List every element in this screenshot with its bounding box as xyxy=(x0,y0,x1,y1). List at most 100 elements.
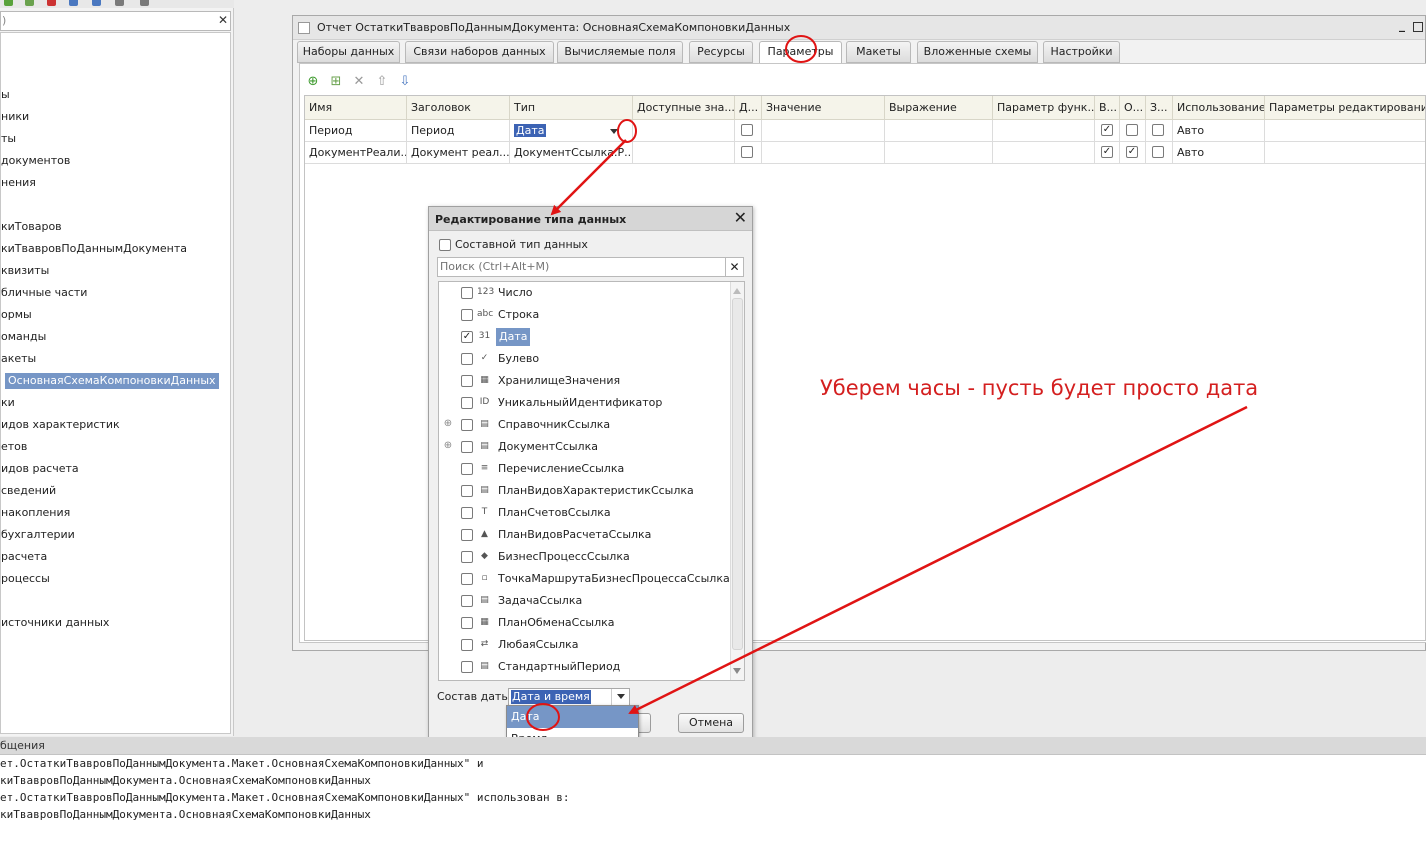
clear-search-icon[interactable]: ✕ xyxy=(725,258,743,276)
tree-item[interactable]: киТоваров xyxy=(1,219,62,235)
type-checkbox[interactable] xyxy=(461,551,473,563)
column-header[interactable]: Имя xyxy=(305,96,407,120)
column-header[interactable]: Выражение xyxy=(885,96,993,120)
grid-cell[interactable]: Период xyxy=(305,120,407,142)
grid-cell[interactable]: ДокументСсылка.Р... xyxy=(510,142,633,164)
tree-item[interactable]: бличные части xyxy=(1,285,87,301)
tree-item[interactable]: ники xyxy=(1,109,29,125)
tree-item[interactable]: акеты xyxy=(1,351,36,367)
tree-item[interactable]: накопления xyxy=(1,505,70,521)
table-row[interactable]: ДокументРеали... Документ реал... Документ… xyxy=(305,142,1425,164)
column-header[interactable]: Тип xyxy=(510,96,633,120)
clear-search-icon[interactable]: ✕ xyxy=(218,13,228,27)
grid-cell[interactable] xyxy=(993,120,1095,142)
tree-search-input[interactable]: ) ✕ xyxy=(0,11,231,31)
tree-item[interactable]: ки xyxy=(1,395,15,411)
grid-checkbox[interactable] xyxy=(741,146,753,158)
grid-checkbox[interactable] xyxy=(1152,146,1164,158)
column-header[interactable]: Использование xyxy=(1173,96,1265,120)
grid-cell[interactable] xyxy=(735,120,762,142)
expand-icon[interactable]: ⊕ xyxy=(443,441,453,451)
column-header[interactable]: З... xyxy=(1146,96,1173,120)
move-down-icon[interactable]: ⇩ xyxy=(397,74,413,90)
type-list-item[interactable]: ▲ ПланВидовРасчетаСсылка xyxy=(439,524,729,546)
move-down-icon[interactable] xyxy=(92,0,101,6)
column-header[interactable]: Параметры редактирования xyxy=(1265,96,1425,120)
scroll-up-icon[interactable] xyxy=(733,288,741,294)
column-header[interactable]: В... xyxy=(1095,96,1120,120)
type-list-item[interactable]: ⊕ ▤ ДокументСсылка xyxy=(439,436,729,458)
column-header[interactable]: Доступные зна... xyxy=(633,96,735,120)
type-checkbox[interactable] xyxy=(461,309,473,321)
dropdown-button[interactable] xyxy=(611,689,629,705)
type-list-item[interactable]: ▫ ТочкаМаршрутаБизнесПроцессаСсылка xyxy=(439,568,730,590)
type-search-field[interactable]: ✕ xyxy=(437,257,744,277)
grid-checkbox[interactable] xyxy=(1152,124,1164,136)
type-list-item[interactable]: ▤ ПланВидовХарактеристикСсылка xyxy=(439,480,729,502)
tree-item[interactable]: квизиты xyxy=(1,263,49,279)
grid-checkbox[interactable]: ✓ xyxy=(1101,124,1113,136)
type-list-item[interactable]: ID УникальныйИдентификатор xyxy=(439,392,729,414)
table-row[interactable]: Период Период Дата ✓ Авто xyxy=(305,120,1425,142)
type-checkbox[interactable] xyxy=(461,529,473,541)
tab-4[interactable]: Ресурсы xyxy=(689,41,753,63)
message-line[interactable]: киТвавровПоДаннымДокумента.ОсновнаяСхема… xyxy=(0,808,371,821)
type-checkbox[interactable] xyxy=(461,375,473,387)
type-checkbox[interactable] xyxy=(461,287,473,299)
tab-6[interactable]: Макеты xyxy=(846,41,911,63)
tree-item[interactable]: ОсновнаяСхемаКомпоновкиДанных xyxy=(5,373,219,389)
grid-cell[interactable]: ✓ xyxy=(1095,142,1120,164)
grid-cell[interactable] xyxy=(1120,120,1146,142)
tree-item[interactable]: источники данных xyxy=(1,615,109,631)
grid-cell[interactable] xyxy=(1265,142,1425,164)
add-icon[interactable] xyxy=(4,0,13,6)
sort-icon[interactable] xyxy=(115,0,124,6)
tree-item[interactable]: идов характеристик xyxy=(1,417,120,433)
tree-item[interactable]: документов xyxy=(1,153,70,169)
date-composition-select[interactable]: Дата и время xyxy=(508,688,630,706)
grid-cell[interactable] xyxy=(762,142,885,164)
tree-item[interactable]: оманды xyxy=(1,329,46,345)
delete-icon[interactable]: ✕ xyxy=(351,74,367,90)
scroll-down-icon[interactable] xyxy=(733,668,741,674)
type-checkbox[interactable] xyxy=(461,617,473,629)
minimize-icon[interactable]: _ xyxy=(1399,18,1405,32)
type-list-item[interactable]: ⊕ ▤ СправочникСсылка xyxy=(439,414,729,436)
grid-cell[interactable] xyxy=(885,120,993,142)
type-list-item[interactable]: ≡ ПеречислениеСсылка xyxy=(439,458,729,480)
type-list-item[interactable]: ◆ БизнесПроцессСсылка xyxy=(439,546,729,568)
tree-item[interactable]: етов xyxy=(1,439,27,455)
tree-item[interactable]: роцессы xyxy=(1,571,50,587)
column-header[interactable]: Заголовок xyxy=(407,96,510,120)
grid-checkbox[interactable]: ✓ xyxy=(1101,146,1113,158)
grid-checkbox[interactable]: ✓ xyxy=(1126,146,1138,158)
expand-icon[interactable]: ⊕ xyxy=(443,419,453,429)
type-checkbox[interactable] xyxy=(461,661,473,673)
grid-cell[interactable] xyxy=(885,142,993,164)
grid-cell[interactable]: ✓ xyxy=(1120,142,1146,164)
message-line[interactable]: киТвавровПоДаннымДокумента.ОсновнаяСхема… xyxy=(0,774,371,787)
maximize-icon[interactable] xyxy=(1413,22,1423,32)
tab-3[interactable]: Вычисляемые поля xyxy=(557,41,683,63)
date-option[interactable]: Дата xyxy=(507,706,638,728)
grid-cell[interactable] xyxy=(735,142,762,164)
grid-cell[interactable] xyxy=(633,142,735,164)
type-list-item[interactable]: ✓ Булево xyxy=(439,348,729,370)
type-checkbox[interactable] xyxy=(461,639,473,651)
type-checkbox[interactable] xyxy=(461,507,473,519)
type-checkbox[interactable] xyxy=(461,441,473,453)
grid-cell[interactable]: Дата xyxy=(510,120,633,142)
grid-cell[interactable] xyxy=(762,120,885,142)
tree-item[interactable]: нения xyxy=(1,175,36,191)
grid-cell[interactable] xyxy=(633,120,735,142)
tree-item[interactable]: идов расчета xyxy=(1,461,79,477)
tree-item[interactable]: расчета xyxy=(1,549,47,565)
actions-icon[interactable] xyxy=(140,0,149,6)
type-list-item[interactable]: ⇄ ЛюбаяСсылка xyxy=(439,634,729,656)
tree-item[interactable]: ормы xyxy=(1,307,32,323)
column-header[interactable]: Параметр функ... xyxy=(993,96,1095,120)
add-icon[interactable]: ⊕ xyxy=(305,74,321,90)
tab-1[interactable]: Наборы данных xyxy=(297,41,400,63)
type-list-item[interactable]: ▦ ХранилищеЗначения xyxy=(439,370,729,392)
grid-cell[interactable]: ДокументРеали... xyxy=(305,142,407,164)
